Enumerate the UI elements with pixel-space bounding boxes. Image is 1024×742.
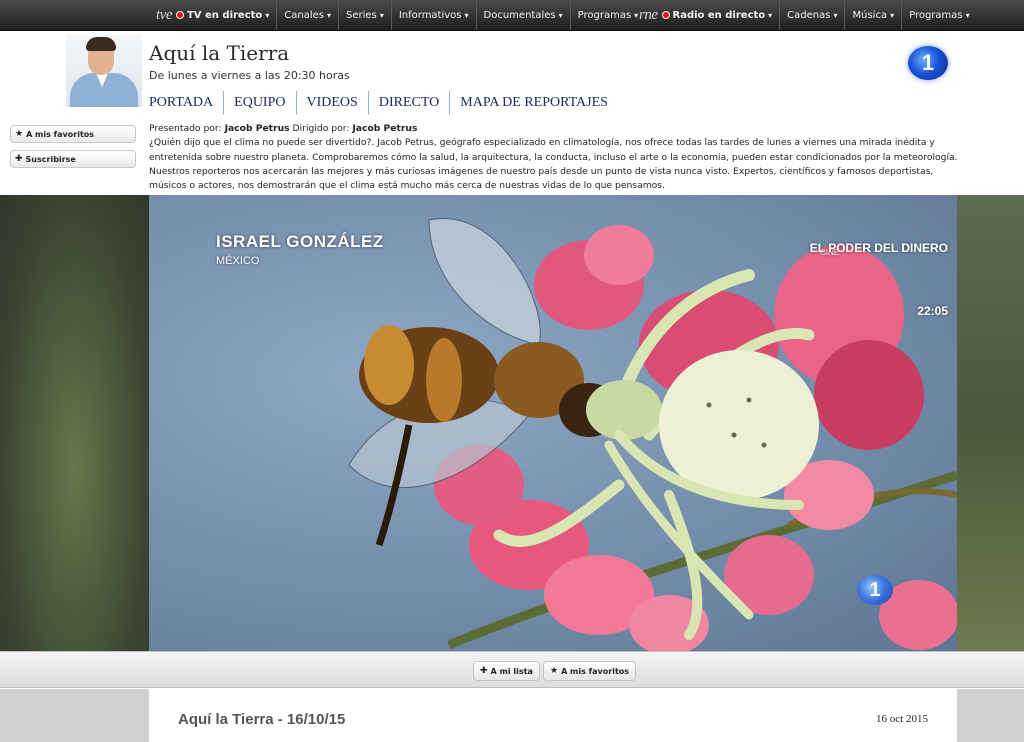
top-navigation-bar: tve TV en directo ▾ Canales ▾ Series ▾ I… — [0, 0, 1024, 31]
nav-item-label: Series — [346, 9, 377, 21]
subnav-portada[interactable]: PORTADA — [149, 91, 223, 115]
subnav-mapa-reportajes[interactable]: MAPA DE REPORTAJES — [449, 91, 618, 115]
chevron-down-icon: ▾ — [265, 10, 270, 20]
nav-item-label: Documentales — [483, 9, 556, 21]
presenter-avatar — [66, 35, 142, 107]
subscribe-button[interactable]: ✚ Suscribirse — [10, 150, 136, 168]
tve-logo: tve — [156, 6, 172, 23]
star-icon: ★ — [15, 129, 24, 139]
episode-title: Aquí la Tierra - 16/10/15 — [178, 711, 346, 728]
add-favorites-label: A mis favoritos — [26, 129, 95, 139]
overlay-reporter-name: ISRAEL GONZÁLEZ — [216, 232, 384, 251]
program-credits: Presentado por: Jacob Petrus Dirigido po… — [149, 122, 961, 136]
video-favorites-button[interactable]: ★ A mis favoritos — [543, 661, 637, 681]
tve-live-link[interactable]: tve TV en directo ▾ — [149, 0, 276, 30]
video-still-image — [348, 217, 957, 651]
overlay-country: MÉXICO — [216, 255, 260, 267]
episode-date: 16 oct 2015 — [876, 713, 928, 725]
chevron-down-icon: ▾ — [833, 10, 838, 20]
overlay-film-time: 22:05 — [917, 304, 948, 318]
video-blur-left — [0, 195, 149, 651]
subnav-equipo[interactable]: EQUIPO — [223, 91, 295, 115]
chevron-down-icon: ▾ — [558, 10, 563, 20]
chevron-down-icon: ▾ — [327, 10, 332, 20]
rne-live-link[interactable]: rne Radio en directo ▾ — [632, 0, 779, 30]
la1-channel-logo[interactable]: 1 — [908, 46, 948, 80]
nav-item-cadenas[interactable]: Cadenas ▾ — [779, 0, 844, 30]
live-dot-icon — [661, 11, 670, 19]
add-to-list-button[interactable]: ✚ A mi lista — [473, 661, 540, 681]
program-header: Aquí la Tierra De lunes a viernes a las … — [0, 31, 1024, 195]
tve-live-label: TV en directo — [186, 9, 263, 21]
nav-item-label: Informativos — [398, 9, 462, 21]
rne-live-label: Radio en directo — [672, 9, 766, 21]
nav-item-canales[interactable]: Canales ▾ — [276, 0, 338, 30]
tve-nav-group: tve TV en directo ▾ Canales ▾ Series ▾ I… — [149, 0, 645, 30]
program-subnav: PORTADA EQUIPO VIDEOS DIRECTO MAPA DE RE… — [149, 91, 618, 115]
add-favorites-button[interactable]: ★ A mis favoritos — [10, 125, 136, 143]
program-info: Presentado por: Jacob Petrus Dirigido po… — [149, 122, 961, 193]
channel-logo-label: 1 — [921, 50, 935, 75]
nav-item-musica[interactable]: Música ▾ — [844, 0, 901, 30]
nav-item-label: Canales — [284, 9, 325, 21]
program-schedule: De lunes a viernes a las 20:30 horas — [149, 69, 350, 82]
watermark-label: 1 — [869, 578, 881, 601]
rne-nav-group: rne Radio en directo ▾ Cadenas ▾ Música … — [632, 0, 977, 30]
video-actions-toolbar: ✚ A mi lista ★ A mis favoritos — [0, 651, 1024, 688]
video-player[interactable]: ISRAEL GONZÁLEZ MÉXICO CINE EL PODER DEL… — [149, 195, 957, 651]
video-blur-right — [957, 195, 1024, 651]
nav-item-label: Programas — [577, 9, 632, 21]
nav-item-documentales[interactable]: Documentales ▾ — [475, 0, 570, 30]
page-title: Aquí la Tierra — [149, 41, 290, 65]
chevron-down-icon: ▾ — [965, 10, 970, 20]
presenter-name: Jacob Petrus — [224, 123, 290, 134]
live-dot-icon — [175, 11, 184, 19]
video-band: ISRAEL GONZÁLEZ MÉXICO CINE EL PODER DEL… — [0, 195, 1024, 651]
nav-item-label: Cadenas — [787, 9, 831, 21]
nav-item-label: Programas — [909, 9, 963, 21]
plus-icon: ✚ — [480, 666, 488, 676]
chevron-down-icon: ▾ — [464, 10, 469, 20]
video-favorites-label: A mis favoritos — [561, 666, 630, 676]
la1-watermark-logo: 1 — [857, 575, 893, 605]
nav-item-informativos[interactable]: Informativos ▾ — [390, 0, 476, 30]
director-name: Jacob Petrus — [352, 123, 418, 134]
chevron-down-icon: ▾ — [768, 10, 773, 20]
overlay-film-title: EL PODER DEL DINERO — [809, 241, 948, 255]
nav-item-series[interactable]: Series ▾ — [338, 0, 391, 30]
plus-icon: ✚ — [15, 154, 23, 164]
chevron-down-icon: ▾ — [379, 10, 384, 20]
subnav-directo[interactable]: DIRECTO — [367, 91, 449, 115]
nav-item-label: Música — [852, 9, 888, 21]
rne-logo: rne — [639, 6, 658, 23]
presented-prefix: Presentado por: — [149, 123, 222, 134]
add-to-list-label: A mi lista — [490, 666, 533, 676]
directed-prefix: Dirigido por: — [292, 123, 350, 134]
nav-item-programas-radio[interactable]: Programas ▾ — [901, 0, 977, 30]
program-description: ¿Quién dijo que el clima no puede ser di… — [149, 137, 958, 192]
star-icon: ★ — [550, 666, 559, 676]
subnav-videos[interactable]: VIDEOS — [295, 91, 368, 115]
subscribe-label: Suscribirse — [25, 154, 76, 164]
episode-card: Aquí la Tierra - 16/10/15 16 oct 2015 — [149, 689, 957, 742]
chevron-down-icon: ▾ — [890, 10, 895, 20]
